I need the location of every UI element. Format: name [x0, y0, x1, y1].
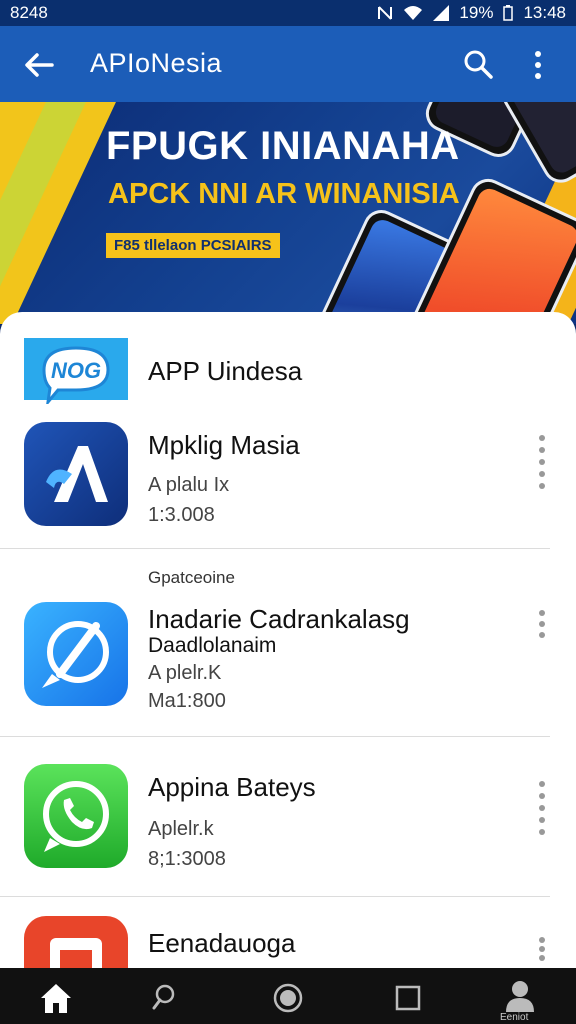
- app-name: Mpklig Masia: [148, 430, 300, 460]
- section-label: Gpatceoine: [148, 568, 235, 587]
- banner-subheadline: APCK NNI AR WINANISIA: [108, 178, 460, 210]
- divider: [0, 896, 550, 897]
- more-vert-icon[interactable]: [534, 936, 550, 962]
- more-vert-icon[interactable]: [528, 48, 548, 82]
- more-vert-icon[interactable]: [534, 608, 550, 640]
- list-item[interactable]: Eenadauoga: [0, 916, 576, 972]
- section-logo-text: NOG: [51, 358, 101, 383]
- app-developer: A plalu Ix: [148, 474, 230, 496]
- promo-banner[interactable]: FPUGK INIANAHA APCK NNI AR WINANISIA F85…: [0, 102, 576, 324]
- app-meta: Ma1:800: [148, 690, 226, 712]
- home-icon[interactable]: [38, 980, 74, 1016]
- section-title: APP Uindesa: [148, 356, 303, 386]
- banner-tag: F85 tllelaon PCSIAIRS: [106, 233, 280, 258]
- document-icon: [50, 938, 102, 972]
- profile-icon[interactable]: [502, 978, 538, 1014]
- app-list-card: NOG APP Uindesa Mpklig Masia A plalu Ix …: [0, 312, 576, 972]
- app-bar: APIoNesia: [0, 26, 576, 102]
- app-name: Appina Bateys: [148, 772, 316, 802]
- search-icon[interactable]: [462, 48, 494, 80]
- app-bar-title: APIoNesia: [90, 48, 223, 78]
- battery-icon: [503, 5, 514, 21]
- app-developer: Aplelr.k: [148, 818, 214, 840]
- recents-square-icon[interactable]: [390, 980, 426, 1016]
- list-item[interactable]: Appina Bateys Aplelr.k 8;1:3008: [0, 764, 576, 884]
- divider: [0, 736, 550, 737]
- more-vert-icon[interactable]: [534, 432, 550, 496]
- battery-text: 19%: [459, 3, 494, 22]
- app-name: Eenadauoga: [148, 928, 296, 958]
- app-developer: A plelr.K: [148, 662, 222, 684]
- app-icon: [24, 422, 128, 526]
- back-arrow-icon[interactable]: [22, 48, 56, 82]
- chat-slash-icon: [42, 621, 109, 688]
- banner-headline: FPUGK INIANAHA: [106, 124, 460, 168]
- app-icon: [24, 916, 128, 972]
- list-item[interactable]: Mpklig Masia A plalu Ix 1:3.008: [0, 422, 576, 542]
- more-vert-icon[interactable]: [534, 778, 550, 842]
- nfc-icon: [378, 6, 393, 20]
- a-letter-icon: [46, 446, 108, 502]
- bottom-navigation: Eeniot: [0, 968, 576, 1024]
- app-meta: 8;1:3008: [148, 848, 226, 870]
- clock: 13:48: [523, 3, 566, 22]
- list-item[interactable]: Inadarie Cadrankalasg Daadlolanaim A ple…: [0, 602, 576, 722]
- section-header: NOG APP Uindesa: [24, 336, 544, 406]
- profile-caption: Eeniot: [500, 1012, 529, 1023]
- status-bar: 8248 19% 13:48: [0, 0, 576, 26]
- chat-bubble-logo-icon: NOG: [24, 338, 128, 404]
- home-circle-icon[interactable]: [270, 980, 306, 1016]
- divider: [0, 548, 550, 549]
- search-icon[interactable]: [150, 980, 186, 1016]
- app-icon: [24, 764, 128, 868]
- status-left-text: 8248: [10, 3, 48, 22]
- app-meta: 1:3.008: [148, 504, 215, 526]
- signal-icon: [433, 5, 450, 21]
- phone-chat-icon: [43, 781, 109, 852]
- app-icon: [24, 602, 128, 706]
- wifi-icon: [404, 6, 423, 20]
- app-name-secondary: Daadlolanaim: [148, 634, 277, 657]
- app-name: Inadarie Cadrankalasg: [148, 604, 410, 634]
